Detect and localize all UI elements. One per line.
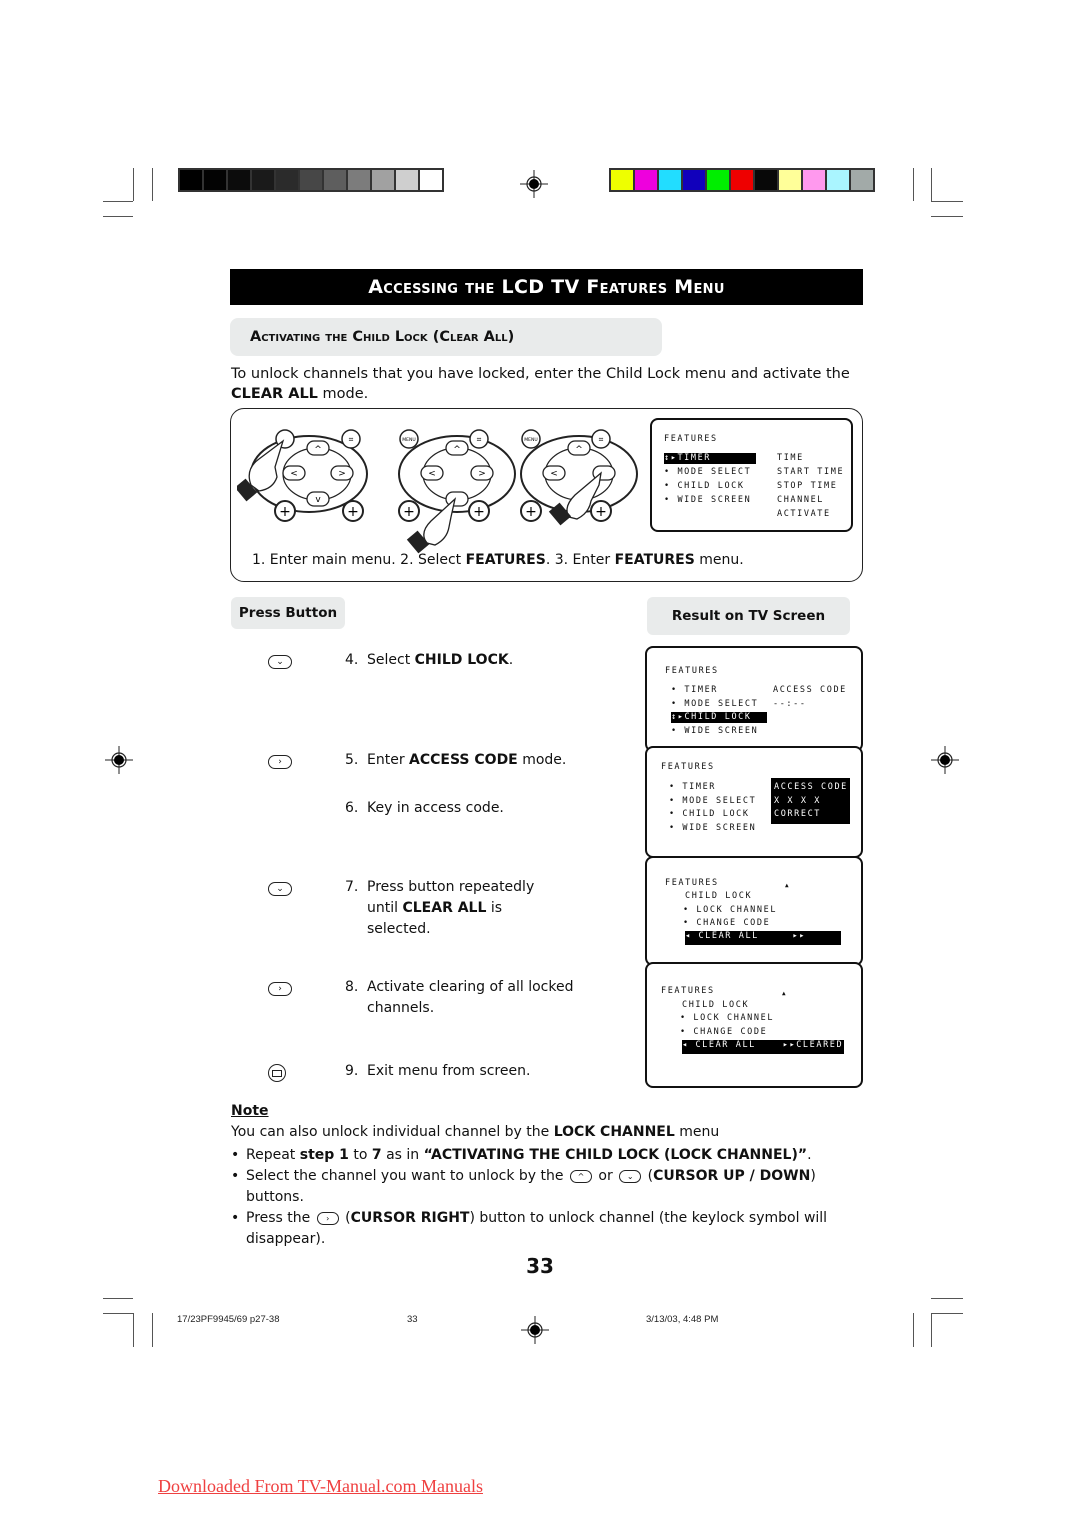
color-swatch xyxy=(731,170,753,190)
svg-text:⌗: ⌗ xyxy=(477,435,482,444)
color-calibration-bar xyxy=(609,168,875,192)
osd-title: FEATURES xyxy=(664,434,718,444)
grayscale-swatch xyxy=(180,170,202,190)
svg-text:<: < xyxy=(428,469,436,479)
svg-text:MENU: MENU xyxy=(402,437,415,443)
cursor-up-button-icon: ^ xyxy=(569,1169,592,1183)
remote-illustration-right-press: ^ < MENU ⌗ + + xyxy=(520,429,638,526)
svg-text:+: + xyxy=(525,504,537,520)
svg-text:MENU: MENU xyxy=(524,437,537,443)
registration-mark-icon xyxy=(521,1316,549,1344)
footer-date: 3/13/03, 4:48 PM xyxy=(646,1314,719,1325)
grayscale-swatch xyxy=(300,170,322,190)
setup-steps-caption: 1. Enter main menu. 2. Select FEATURES. … xyxy=(252,552,744,568)
download-source-link[interactable]: Downloaded From TV-Manual.com Manuals xyxy=(158,1476,483,1497)
subsection-title-text: Activating the Child Lock (Clear All) xyxy=(250,329,515,345)
section-title-text: Accessing the LCD TV Features Menu xyxy=(368,276,725,298)
svg-text:+: + xyxy=(347,504,359,520)
intro-paragraph: To unlock channels that you have locked,… xyxy=(231,364,871,404)
grayscale-swatch xyxy=(204,170,226,190)
osd-exit-button-icon xyxy=(268,1064,286,1082)
cursor-right-button-icon: › xyxy=(268,982,292,996)
intro-text: To unlock channels that you have locked,… xyxy=(231,366,850,382)
osd-sub-item: STOP TIME xyxy=(777,481,838,491)
grayscale-swatch xyxy=(276,170,298,190)
osd-sub-item: TIME xyxy=(777,453,804,463)
color-swatch xyxy=(755,170,777,190)
svg-text:+: + xyxy=(279,504,291,520)
tv-screen-result-3: FEATURES ▲ CHILD LOCK • LOCK CHANNEL • C… xyxy=(645,856,863,966)
color-swatch xyxy=(779,170,801,190)
grayscale-swatch xyxy=(252,170,274,190)
color-swatch xyxy=(611,170,633,190)
intro-suffix: mode. xyxy=(317,386,369,402)
color-swatch xyxy=(707,170,729,190)
registration-mark-icon xyxy=(931,746,959,774)
footer-file-info: 17/23PF9945/69 p27-38 xyxy=(177,1314,280,1325)
svg-text:v: v xyxy=(315,495,321,505)
remote-illustration-menu-press: ^ v < > ⌗ + + xyxy=(237,429,368,522)
grayscale-swatch xyxy=(228,170,250,190)
svg-text:<: < xyxy=(550,469,558,479)
grayscale-calibration-bar xyxy=(178,168,444,192)
svg-text:⌗: ⌗ xyxy=(599,435,604,444)
note-text: You can also unlock individual channel b… xyxy=(231,1124,720,1140)
osd-item: • CHILD LOCK xyxy=(664,481,745,491)
grayscale-swatch xyxy=(324,170,346,190)
press-button-header: Press Button xyxy=(231,597,345,629)
registration-mark-icon xyxy=(520,170,548,198)
color-swatch xyxy=(803,170,825,190)
svg-text:^: ^ xyxy=(453,445,461,455)
osd-item: • WIDE SCREEN xyxy=(664,495,752,505)
tv-screen-result-4: FEATURES ▲ CHILD LOCK • LOCK CHANNEL • C… xyxy=(645,962,863,1088)
registration-mark-icon xyxy=(105,746,133,774)
grayscale-swatch xyxy=(348,170,370,190)
tv-screen-result-2: FEATURES • TIMER • MODE SELECT • CHILD L… xyxy=(645,746,863,858)
grayscale-swatch xyxy=(420,170,442,190)
page-number: 33 xyxy=(526,1254,554,1278)
note-heading: Note xyxy=(231,1103,269,1119)
color-swatch xyxy=(683,170,705,190)
cursor-right-button-icon: › xyxy=(316,1211,339,1225)
svg-text:>: > xyxy=(338,469,346,479)
osd-sub-item: START TIME xyxy=(777,467,845,477)
result-header: Result on TV Screen xyxy=(647,597,850,635)
svg-text:+: + xyxy=(403,504,415,520)
color-swatch xyxy=(659,170,681,190)
tv-screen-result-1: FEATURES • TIMER • MODE SELECT ↕▸CHILD L… xyxy=(645,646,863,752)
color-swatch xyxy=(635,170,657,190)
cursor-down-button-icon: ⌄ xyxy=(619,1169,642,1183)
osd-sub-item: ACTIVATE xyxy=(777,509,831,519)
osd-sub-item: CHANNEL xyxy=(777,495,825,505)
color-swatch xyxy=(851,170,873,190)
svg-text:>: > xyxy=(478,469,486,479)
intro-bold: CLEAR ALL xyxy=(231,386,318,402)
footer-page: 33 xyxy=(407,1314,418,1325)
svg-text:<: < xyxy=(290,469,298,479)
subsection-title: Activating the Child Lock (Clear All) xyxy=(230,318,662,356)
svg-text:⌗: ⌗ xyxy=(349,435,354,444)
svg-text:+: + xyxy=(473,504,485,520)
grayscale-swatch xyxy=(396,170,418,190)
osd-features-menu: FEATURES ↕▸TIMER • MODE SELECT • CHILD L… xyxy=(650,418,853,532)
svg-text:^: ^ xyxy=(314,445,322,455)
osd-item-selected: ↕▸TIMER xyxy=(664,453,756,464)
osd-item: • MODE SELECT xyxy=(664,467,752,477)
svg-text:^: ^ xyxy=(575,445,583,455)
cursor-down-button-icon: ⌄ xyxy=(268,655,292,669)
color-swatch xyxy=(827,170,849,190)
grayscale-swatch xyxy=(372,170,394,190)
section-title: Accessing the LCD TV Features Menu xyxy=(230,269,863,305)
cursor-down-button-icon: ⌄ xyxy=(268,882,292,896)
remote-illustration-down-press: ^ < > MENU ⌗ + + xyxy=(398,429,516,554)
cursor-right-button-icon: › xyxy=(268,755,292,769)
svg-text:+: + xyxy=(595,504,607,520)
